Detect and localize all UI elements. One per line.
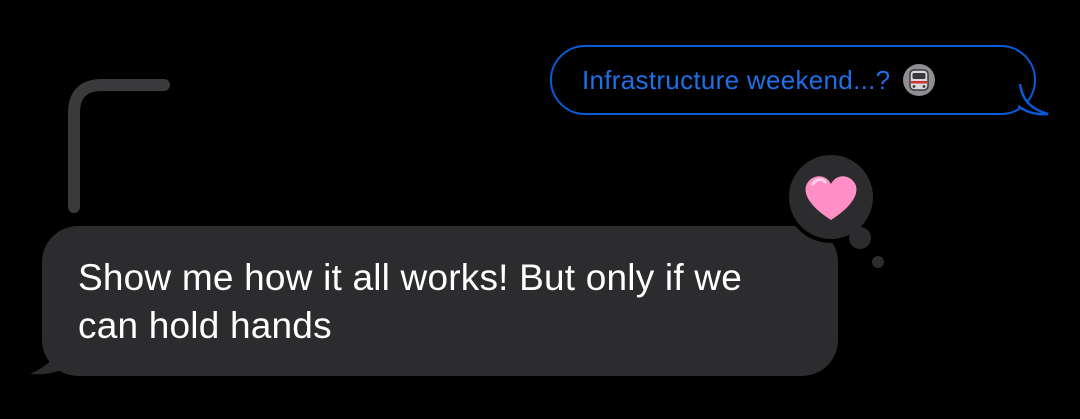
train-icon [902, 63, 936, 97]
quoted-bubble-tail [1018, 84, 1049, 116]
incoming-message-text: Show me how it all works! But only if we… [78, 257, 742, 346]
reply-thread-line [68, 79, 170, 213]
quoted-message-text: Infrastructure weekend...? [582, 64, 891, 95]
tapback-reaction[interactable] [786, 152, 896, 274]
incoming-message-bubble[interactable]: Show me how it all works! But only if we… [42, 226, 838, 376]
quoted-message-bubble[interactable]: Infrastructure weekend...? [550, 45, 1036, 115]
